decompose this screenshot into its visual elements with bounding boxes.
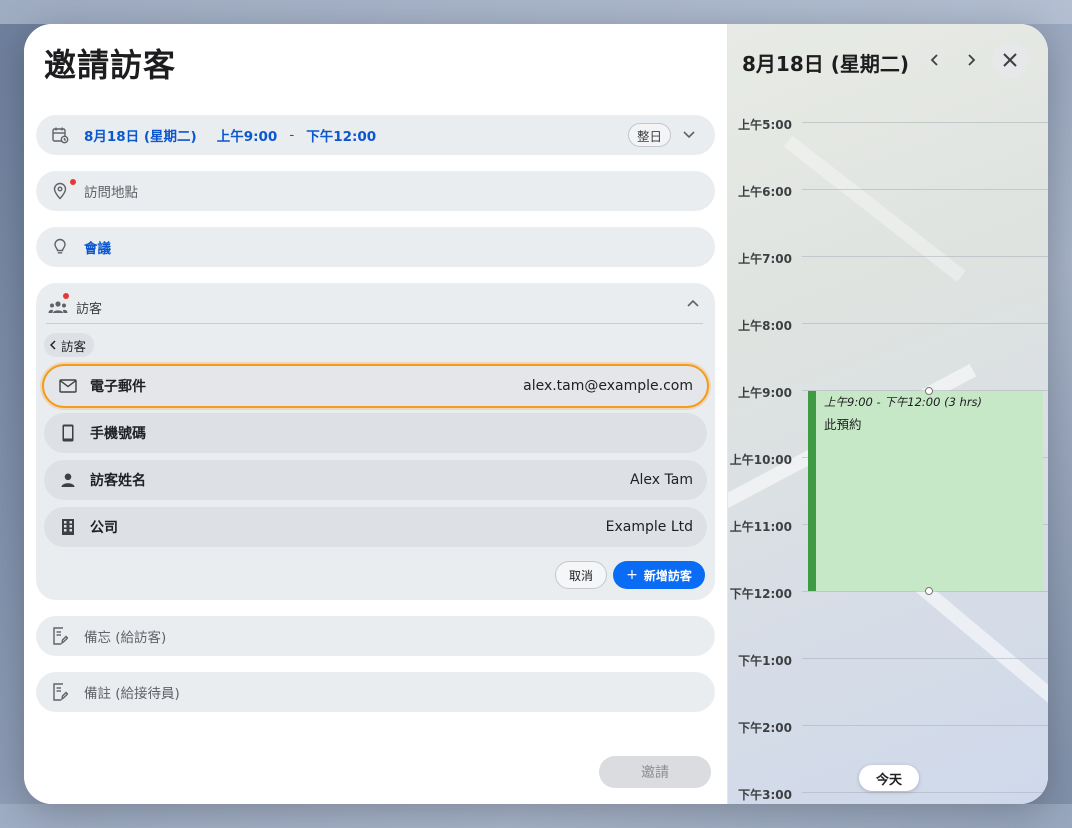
chevron-up-icon[interactable] xyxy=(687,299,699,307)
invite-button[interactable]: 邀請 xyxy=(599,756,711,788)
event-time: 上午9:00 - 下午12:00 (3 hrs) xyxy=(824,395,983,409)
back-label: 訪客 xyxy=(61,338,87,354)
hour-gridline xyxy=(802,725,1048,726)
hour-gridline xyxy=(802,658,1048,659)
required-indicator xyxy=(63,293,69,299)
hour-label: 下午3:00 xyxy=(738,788,792,802)
invite-visitor-dialog: 邀請訪客 8月18日 (星期二) 上午9:00 - 下午12:00 整日 訪問地… xyxy=(24,24,1048,804)
hour-label: 上午8:00 xyxy=(738,319,792,333)
all-day-toggle[interactable]: 整日 xyxy=(627,123,671,147)
plus-icon: + xyxy=(626,567,638,583)
hour-label: 下午1:00 xyxy=(738,654,792,668)
hour-label: 上午11:00 xyxy=(729,520,792,534)
company-value[interactable]: Example Ltd xyxy=(606,519,693,535)
company-label: 公司 xyxy=(90,520,118,536)
location-field[interactable]: 訪問地點 xyxy=(36,171,715,211)
hour-label: 上午6:00 xyxy=(738,185,792,199)
visitor-section-label: 訪客 xyxy=(76,301,103,317)
hour-label: 下午2:00 xyxy=(738,721,792,735)
visitor-section: 訪客 訪客 電子郵件 alex.tam@example.com 手機號碼 訪客姓… xyxy=(36,283,715,600)
hour-label: 上午5:00 xyxy=(738,118,792,132)
visitor-name-field[interactable]: 訪客姓名 Alex Tam xyxy=(44,460,707,500)
calendar-clock-icon xyxy=(50,125,70,145)
time-separator: - xyxy=(289,127,295,143)
chevron-left-icon xyxy=(50,340,56,350)
location-placeholder: 訪問地點 xyxy=(84,185,138,201)
visitor-name-value[interactable]: Alex Tam xyxy=(630,472,693,488)
date-time-field[interactable]: 8月18日 (星期二) 上午9:00 - 下午12:00 整日 xyxy=(36,115,715,155)
background-app-header xyxy=(0,0,1072,24)
event-resize-handle-bottom[interactable] xyxy=(925,587,933,595)
background-app-footer xyxy=(0,804,1072,828)
close-icon xyxy=(1002,52,1018,68)
note-edit-icon xyxy=(50,626,70,646)
people-icon xyxy=(48,299,68,315)
end-time[interactable]: 下午12:00 xyxy=(306,125,376,145)
hour-label: 上午10:00 xyxy=(729,453,792,467)
memo-visitor-placeholder: 備忘 (給訪客) xyxy=(84,630,167,646)
meeting-value: 會議 xyxy=(84,241,111,257)
cancel-button[interactable]: 取消 xyxy=(555,561,607,589)
date-text: 8月18日 (星期二) xyxy=(84,129,197,145)
mail-icon xyxy=(58,376,78,396)
calendar-panel: 8月18日 (星期二) 上午5:00 上午6:00 上午7:00 上午8:00 上午9:… xyxy=(727,24,1048,804)
page-title: 邀請訪客 xyxy=(44,46,177,84)
hour-label: 下午12:00 xyxy=(729,587,792,601)
company-field[interactable]: 公司 Example Ltd xyxy=(44,507,707,547)
hour-label: 上午7:00 xyxy=(738,252,792,266)
hour-gridline xyxy=(802,323,1048,324)
phone-label: 手機號碼 xyxy=(90,426,146,442)
today-button[interactable]: 今天 xyxy=(859,765,919,791)
add-visitor-button[interactable]: + 新增訪客 xyxy=(613,561,705,589)
meeting-field[interactable]: 會議 xyxy=(36,227,715,267)
add-visitor-label: 新增訪客 xyxy=(643,568,692,583)
building-icon xyxy=(58,517,78,537)
invite-form: 邀請訪客 8月18日 (星期二) 上午9:00 - 下午12:00 整日 訪問地… xyxy=(24,24,727,804)
visitor-name-label: 訪客姓名 xyxy=(90,473,146,489)
lightbulb-icon xyxy=(50,237,70,257)
memo-receptionist-placeholder: 備註 (給接待員) xyxy=(84,686,180,702)
close-button[interactable] xyxy=(992,42,1028,78)
chevron-left-icon[interactable] xyxy=(924,50,944,70)
event-resize-handle-top[interactable] xyxy=(925,387,933,395)
start-time[interactable]: 上午9:00 xyxy=(217,125,278,145)
email-value[interactable]: alex.tam@example.com xyxy=(523,378,693,394)
phone-field[interactable]: 手機號碼 xyxy=(44,413,707,453)
back-to-visitors-button[interactable]: 訪客 xyxy=(44,333,95,357)
booking-event[interactable]: 上午9:00 - 下午12:00 (3 hrs) 此預約 xyxy=(808,391,1043,591)
chevron-right-icon[interactable] xyxy=(962,50,982,70)
phone-icon xyxy=(58,423,78,443)
required-indicator xyxy=(70,179,76,185)
email-label: 電子郵件 xyxy=(90,379,146,395)
memo-receptionist-field[interactable]: 備註 (給接待員) xyxy=(36,672,715,712)
hour-label: 上午9:00 xyxy=(738,386,792,400)
calendar-date-title: 8月18日 (星期二) xyxy=(742,52,909,76)
visitor-section-header[interactable]: 訪客 xyxy=(48,293,103,319)
hour-gridline xyxy=(802,189,1048,190)
email-field[interactable]: 電子郵件 alex.tam@example.com xyxy=(42,364,709,408)
hour-gridline xyxy=(802,256,1048,257)
person-icon xyxy=(58,470,78,490)
location-pin-icon xyxy=(50,181,70,201)
memo-visitor-field[interactable]: 備忘 (給訪客) xyxy=(36,616,715,656)
hour-gridline xyxy=(802,122,1048,123)
background-decoration xyxy=(783,135,966,282)
divider xyxy=(46,323,703,324)
chevron-down-icon[interactable] xyxy=(679,125,699,145)
note-edit-icon xyxy=(50,682,70,702)
hour-gridline xyxy=(802,792,1048,793)
event-name: 此預約 xyxy=(824,417,862,432)
